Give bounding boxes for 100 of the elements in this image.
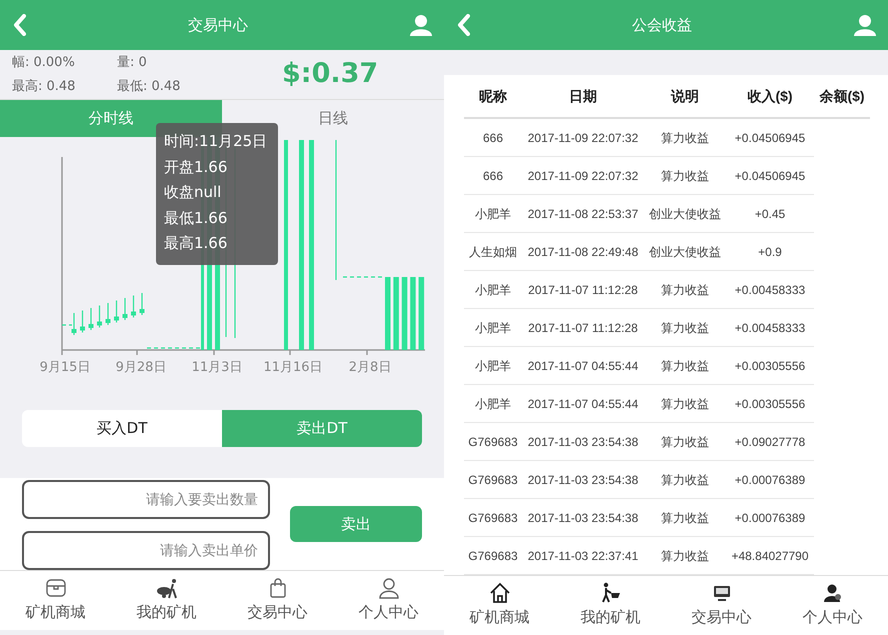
candle [72,313,76,335]
axis-label: 11月16日 [263,360,323,375]
nav-item[interactable]: 矿机商城 [0,571,111,630]
table-cell-text: G769683 [467,434,519,450]
user-icon [378,577,400,599]
axis-label: 9月28日 [116,360,166,375]
table-cell-text: 2017-11-03 23:54:38 [526,434,640,450]
table-cell-text: 人生如烟 [468,244,518,260]
table-cell-text: +0.04506945 [734,130,806,146]
table-cell-text: 2017-11-07 11:12:28 [527,282,639,298]
store-icon [44,577,66,599]
table-cell-text: 2017-11-09 22:07:32 [526,168,640,184]
tooltip-line: 收盘null [164,182,222,203]
wheelbarrow-icon [156,577,178,599]
column-header: 收入($) [746,86,794,106]
table-cell-text: 小肥羊 [474,358,512,374]
table-cell-text: +0.09027778 [734,434,806,450]
candle [97,306,102,328]
table-cell-text: +48.84027790 [730,548,810,564]
axis-label: 9月15日 [40,360,90,375]
dashed-line [62,324,72,326]
axis-label: 11月3日 [192,360,242,375]
table-cell-text: 算力收益 [660,130,710,146]
table-cell-text: 2017-11-07 04:55:44 [526,396,640,412]
table-cell-text: 创业大使收益 [648,206,722,222]
table-cell-text: 算力收益 [660,320,710,336]
column-header: 说明 [670,86,700,106]
table-cell-text: 小肥羊 [474,396,512,412]
table-cell-text: 2017-11-07 04:55:44 [526,358,640,374]
price-value: $:0.37 [282,57,378,92]
column-header: 余额($) [818,86,866,106]
table-cell-text: 算力收益 [660,548,710,564]
table-cell-text: +0.9 [757,244,783,260]
table-cell-text: 小肥羊 [474,320,512,336]
table-cell-text: 2017-11-09 22:07:32 [526,130,640,146]
table-cell-text: +0.00458333 [734,282,806,298]
stat-label: 幅: 0.00% [12,54,76,72]
user-icon[interactable] [854,14,876,36]
nav-item[interactable]: 个人中心 [777,576,888,635]
table-cell-text: G769683 [467,510,519,526]
table-cell-text: +0.00076389 [734,510,806,526]
table-cell-text: 2017-11-08 22:49:48 [526,244,640,260]
table-cell-text: 算力收益 [660,472,710,488]
table-cell-text: +0.00305556 [734,358,806,374]
stat-label: 量: 0 [117,54,148,72]
table-cell-text: 算力收益 [660,168,710,184]
table-cell-text: +0.45 [754,206,786,222]
table-cell-text: 2017-11-08 22:53:37 [526,206,640,222]
candle [131,296,136,318]
table-cell-text: 算力收益 [660,396,710,412]
user-icon [822,582,844,604]
nav-item[interactable]: 交易中心 [222,571,333,630]
candle [80,310,85,332]
table-cell-text: 2017-11-07 11:12:28 [527,320,639,336]
nav-item[interactable]: 我的矿机 [555,576,666,635]
table-cell-text: 2017-11-03 23:54:38 [526,472,640,488]
table-cell-text: +0.00458333 [734,320,806,336]
candle [122,298,128,320]
dashed-line [147,347,200,349]
candle [140,293,144,315]
user-icon[interactable] [410,14,432,36]
trade-tab[interactable]: 买入DT [22,410,222,447]
screen-title: 交易中心 [188,14,248,36]
candle [88,308,94,330]
tooltip-line: 最高1.66 [164,233,228,254]
nav-item[interactable]: 矿机商城 [444,576,555,635]
table-cell-text: +0.00076389 [734,472,806,488]
table-cell-text: G769683 [467,472,519,488]
table-cell-text: 2017-11-03 22:37:41 [526,548,640,564]
tooltip-line: 开盘1.66 [164,156,228,178]
table-cell-text: 小肥羊 [474,206,512,222]
stat-label: 最低: 0.48 [117,78,182,96]
table-cell-text: +0.04506945 [734,168,806,184]
table-cell-text: 666 [482,168,504,184]
back-icon[interactable] [12,14,26,36]
candle [114,300,119,322]
table-cell-text: 算力收益 [660,282,710,298]
tooltip-line: 最低1.66 [164,208,228,228]
nav-item[interactable]: 我的矿机 [111,571,222,630]
nav-item[interactable]: 交易中心 [666,576,777,635]
candle [106,303,110,325]
walking-person-icon [600,582,622,604]
input-field[interactable]: 请输入要卖出数量 [22,480,270,519]
table-cell-text: 算力收益 [660,434,710,450]
table-cell-text: 创业大使收益 [648,244,722,260]
input-field[interactable]: 请输入卖出单价 [22,531,270,570]
table-cell-text: 算力收益 [660,510,710,526]
table-cell-text: +0.00305556 [734,396,806,412]
table-cell-text: G769683 [467,548,519,564]
screen-title: 公会收益 [632,14,692,36]
table-cell-text: 666 [482,130,504,146]
dashed-line [343,276,383,278]
home-icon [488,582,510,604]
table-cell-text: 算力收益 [660,358,710,374]
column-header: 昵称 [478,86,508,106]
stat-label: 最高: 0.48 [12,78,76,96]
nav-item[interactable]: 个人中心 [333,571,444,630]
table-cell-text: 2017-11-03 23:54:38 [526,510,640,526]
back-icon[interactable] [456,14,470,36]
table-cell-text: 小肥羊 [474,282,512,298]
